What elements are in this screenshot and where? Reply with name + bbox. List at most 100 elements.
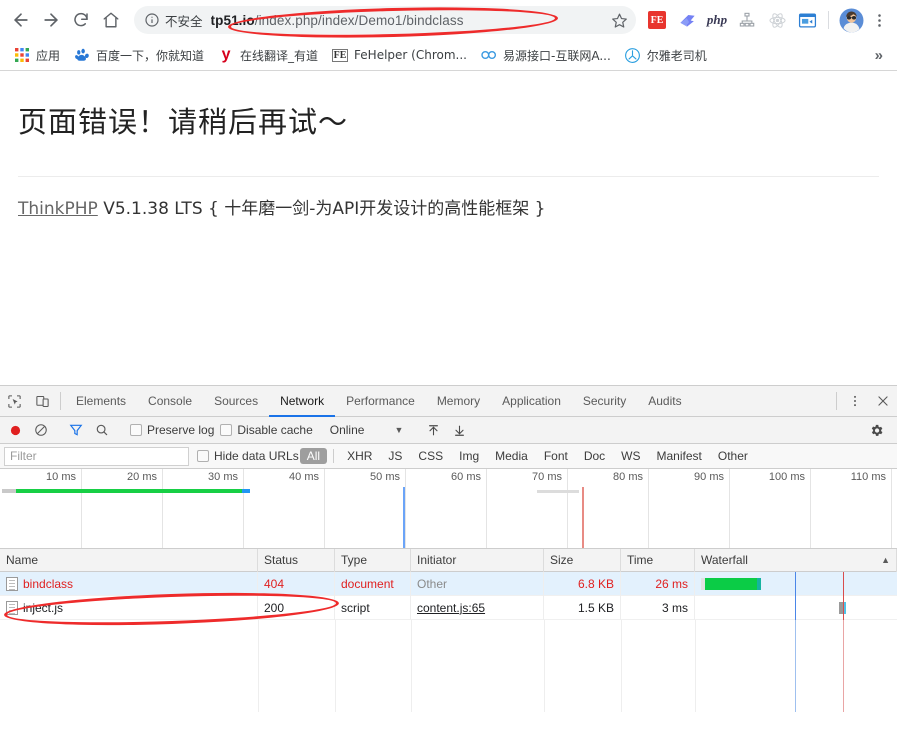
export-har-icon[interactable] <box>446 418 472 442</box>
table-header-row: Name Status Type Initiator Size Time Wat… <box>0 549 897 572</box>
info-circle-icon[interactable] <box>144 12 160 28</box>
column-divider <box>544 620 545 712</box>
fehelper-icon: FE <box>332 47 348 63</box>
column-header-time[interactable]: Time <box>621 549 695 572</box>
url-text[interactable]: tp51.io/index.php/index/Demo1/bindclass <box>211 13 606 28</box>
filter-funnel-icon[interactable] <box>63 418 89 442</box>
avatar[interactable] <box>837 6 865 34</box>
import-har-icon[interactable] <box>420 418 446 442</box>
address-bar[interactable]: 不安全 tp51.io/index.php/index/Demo1/bindcl… <box>134 6 636 34</box>
filter-chip-other[interactable]: Other <box>711 448 755 464</box>
chrome-menu-icon[interactable] <box>867 6 891 34</box>
extension-icons: FE php <box>642 6 822 34</box>
clear-icon[interactable] <box>28 418 54 442</box>
bookmark-label: 尔雅老司机 <box>647 47 707 64</box>
tab-memory[interactable]: Memory <box>426 386 491 416</box>
thinkphp-link[interactable]: ThinkPHP <box>18 199 98 219</box>
preserve-log-checkbox[interactable]: Preserve log <box>130 423 214 437</box>
column-divider <box>695 620 696 712</box>
column-header-size[interactable]: Size <box>544 549 621 572</box>
checkbox-box[interactable] <box>220 424 232 436</box>
bookmark-fehelper[interactable]: FE FeHelper (Chrom... <box>326 43 473 67</box>
filter-chip-js[interactable]: JS <box>381 448 409 464</box>
table-row[interactable]: bindclass 404 document Other 6.8 KB 26 m… <box>0 572 897 596</box>
hide-data-urls-label: Hide data URLs <box>214 449 299 463</box>
php-extension-icon[interactable]: php <box>704 6 730 34</box>
filter-chip-css[interactable]: CSS <box>411 448 450 464</box>
disable-cache-checkbox[interactable]: Disable cache <box>220 423 312 437</box>
cell-name[interactable]: bindclass <box>0 572 258 596</box>
fehelper-extension-icon[interactable]: FE <box>644 6 670 34</box>
chevron-down-icon[interactable]: ▼ <box>394 425 403 435</box>
filter-chip-img[interactable]: Img <box>452 448 486 464</box>
close-icon[interactable] <box>869 386 897 416</box>
filter-chip-ws[interactable]: WS <box>614 448 647 464</box>
checkbox-box[interactable] <box>130 424 142 436</box>
cell-waterfall[interactable] <box>695 596 897 620</box>
search-icon[interactable] <box>89 418 115 442</box>
filter-chip-doc[interactable]: Doc <box>577 448 612 464</box>
reload-button[interactable] <box>66 5 96 35</box>
tab-security[interactable]: Security <box>572 386 637 416</box>
omnibox-wrapper: 不安全 tp51.io/index.php/index/Demo1/bindcl… <box>134 6 636 34</box>
tabbar-divider-right <box>836 392 837 410</box>
tab-application[interactable]: Application <box>491 386 572 416</box>
overview-bar-download <box>16 489 244 493</box>
tab-sources[interactable]: Sources <box>203 386 269 416</box>
throttling-select[interactable]: Online <box>330 423 365 437</box>
window-extension-icon[interactable] <box>794 6 820 34</box>
column-header-name[interactable]: Name <box>0 549 258 572</box>
network-filter-bar: Filter Hide data URLs All XHR JS CSS Img… <box>0 444 897 469</box>
record-stop-icon[interactable] <box>2 418 28 442</box>
bookmark-showapi[interactable]: 易源接口-互联网A... <box>475 43 617 67</box>
filter-chip-all[interactable]: All <box>300 448 327 464</box>
filter-chip-media[interactable]: Media <box>488 448 535 464</box>
hide-data-urls-checkbox[interactable]: Hide data URLs <box>197 449 299 463</box>
checkbox-box[interactable] <box>197 450 209 462</box>
star-icon[interactable] <box>606 7 632 33</box>
cell-initiator[interactable]: content.js:65 <box>411 596 544 620</box>
column-header-waterfall[interactable]: Waterfall ▲ <box>695 549 897 572</box>
column-header-status[interactable]: Status <box>258 549 335 572</box>
cell-waterfall[interactable] <box>695 572 897 596</box>
tab-elements[interactable]: Elements <box>65 386 137 416</box>
framework-version-text: V5.1.38 LTS { 十年磨一剑-为API开发设计的高性能框架 } <box>98 199 546 219</box>
sitemap-extension-icon[interactable] <box>734 6 760 34</box>
forward-button[interactable] <box>36 5 66 35</box>
showapi-icon <box>481 47 497 63</box>
tab-performance[interactable]: Performance <box>335 386 426 416</box>
react-devtools-extension-icon[interactable] <box>764 6 790 34</box>
toggle-device-toolbar-icon[interactable] <box>28 386 56 416</box>
page-title: 页面错误！请稍后再试～ <box>18 71 879 141</box>
tab-console[interactable]: Console <box>137 386 203 416</box>
table-row[interactable]: inject.js 200 script content.js:65 1.5 K… <box>0 596 897 620</box>
tab-audits[interactable]: Audits <box>637 386 692 416</box>
bookmark-youdao[interactable]: y 在线翻译_有道 <box>212 43 324 67</box>
gear-icon[interactable] <box>863 418 889 442</box>
column-header-initiator[interactable]: Initiator <box>411 549 544 572</box>
inspect-element-icon[interactable] <box>0 386 28 416</box>
column-header-type[interactable]: Type <box>335 549 411 572</box>
cell-time: 3 ms <box>621 596 695 620</box>
back-button[interactable] <box>6 5 36 35</box>
bookmark-erya[interactable]: 尔雅老司机 <box>619 43 713 67</box>
bookmark-apps[interactable]: 应用 <box>8 43 66 67</box>
home-button[interactable] <box>96 5 126 35</box>
tab-network[interactable]: Network <box>269 386 335 416</box>
waterfall-load-line <box>843 620 844 712</box>
filter-chip-xhr[interactable]: XHR <box>340 448 379 464</box>
network-overview-graph[interactable]: 10 ms 20 ms 30 ms 40 ms 50 ms 60 ms 70 m… <box>0 469 897 549</box>
filter-input[interactable]: Filter <box>4 447 189 466</box>
filter-chip-manifest[interactable]: Manifest <box>650 448 709 464</box>
bookmarks-overflow-button[interactable]: » <box>869 47 889 64</box>
overview-tick: 10 ms <box>46 471 81 483</box>
url-host: tp51.io <box>211 13 255 28</box>
overview-tick: 80 ms <box>613 471 648 483</box>
load-event-line <box>582 487 584 549</box>
cell-name[interactable]: inject.js <box>0 596 258 620</box>
script-file-icon <box>6 601 18 615</box>
more-vertical-icon[interactable] <box>841 386 869 416</box>
bookmark-baidu[interactable]: 百度一下，你就知道 <box>68 43 210 67</box>
bird-extension-icon[interactable] <box>674 6 700 34</box>
filter-chip-font[interactable]: Font <box>537 448 575 464</box>
